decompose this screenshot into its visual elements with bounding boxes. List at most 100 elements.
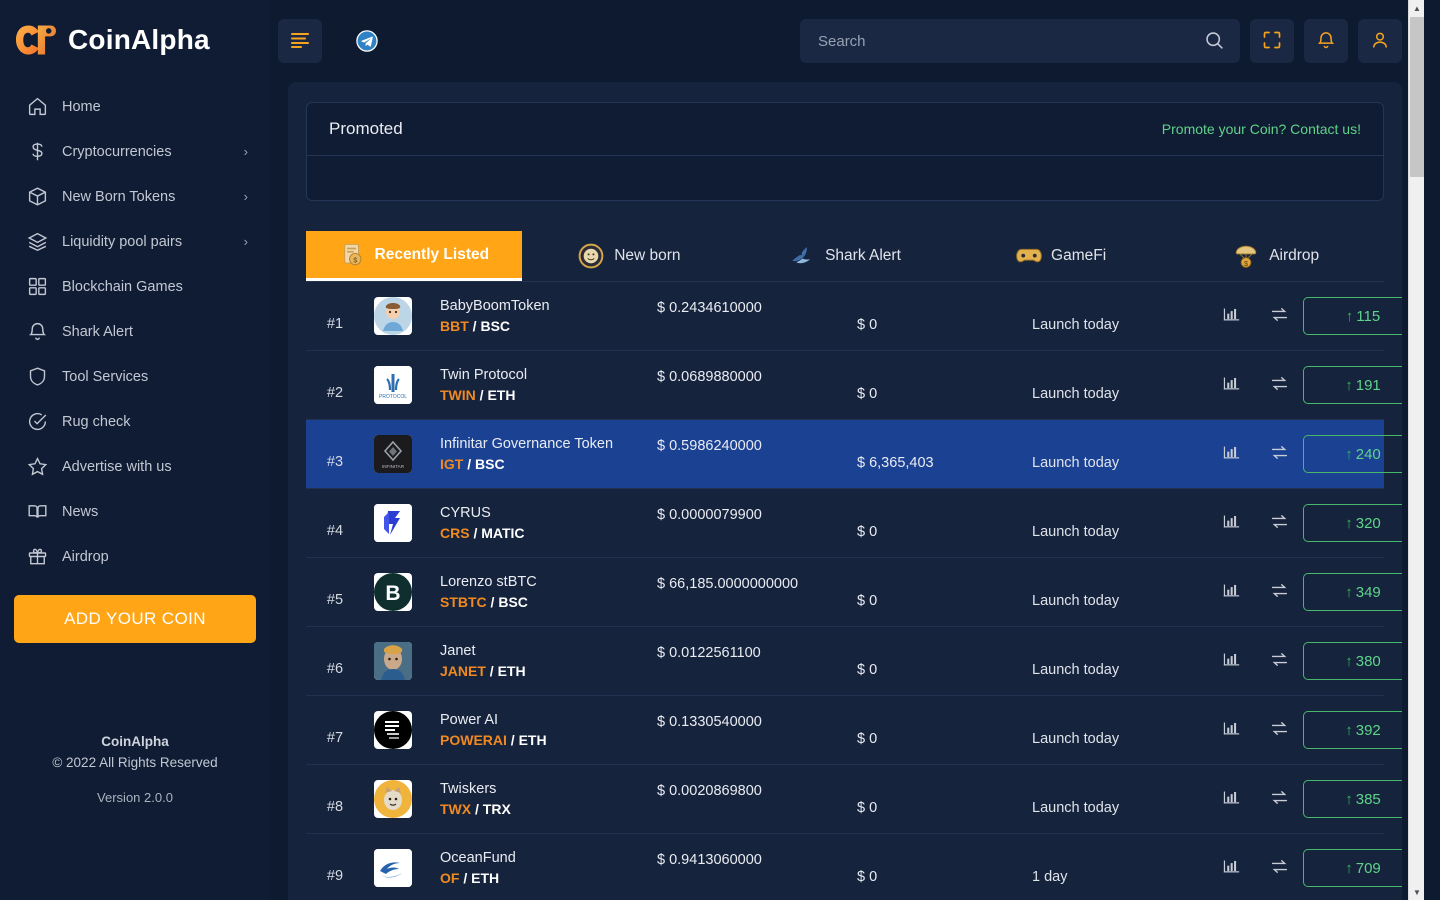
table-row[interactable]: #3 INFINITAR Infinitar Governance Token … bbox=[306, 420, 1402, 489]
vote-button[interactable]: ↑ 349 bbox=[1303, 573, 1402, 611]
swap-action[interactable] bbox=[1255, 788, 1303, 810]
row-price: $ 0.0020869800 bbox=[657, 782, 762, 799]
vote-count: 115 bbox=[1356, 307, 1381, 325]
vote-button[interactable]: ↑ 191 bbox=[1303, 366, 1402, 404]
swap-icon bbox=[1270, 719, 1289, 741]
content-panel: Promoted Promote your Coin? Contact us! … bbox=[288, 82, 1402, 900]
row-name-cell: CYRUS CRS / MATIC bbox=[422, 504, 657, 543]
tab-label: Airdrop bbox=[1269, 247, 1320, 264]
vote-button[interactable]: ↑ 320 bbox=[1303, 504, 1402, 542]
vote-button[interactable]: ↑ 115 bbox=[1303, 297, 1402, 335]
tab-new-born[interactable]: New born bbox=[522, 231, 738, 281]
coin-chain: ETH bbox=[487, 386, 516, 403]
brand[interactable]: CoinAlpha bbox=[0, 0, 270, 82]
chart-action[interactable] bbox=[1207, 582, 1255, 602]
sidebar-item-blockchain-games[interactable]: Blockchain Games bbox=[0, 264, 270, 309]
sidebar-item-tool-services[interactable]: Tool Services bbox=[0, 354, 270, 399]
tab-label: Recently Listed bbox=[374, 245, 490, 263]
page-scrollbar[interactable]: ▲ ▼ bbox=[1408, 0, 1424, 900]
search-box[interactable] bbox=[800, 19, 1240, 63]
table-row[interactable]: #4 CYRUS CRS / MATIC $ 0.0000079900 $ 0 … bbox=[306, 489, 1402, 558]
add-your-coin-button[interactable]: ADD YOUR COIN bbox=[14, 595, 256, 643]
svg-text:$: $ bbox=[1244, 259, 1248, 268]
coin-logo-icon: B bbox=[374, 573, 412, 611]
row-logo bbox=[364, 297, 422, 335]
search-icon[interactable] bbox=[1204, 30, 1226, 52]
tab-recently-listed[interactable]: $ Recently Listed bbox=[306, 231, 522, 281]
sidebar-item-advertise-with-us[interactable]: Advertise with us bbox=[0, 444, 270, 489]
table-row[interactable]: #7 Power AI POWERAI / ETH $ 0.1330540000… bbox=[306, 696, 1402, 765]
row-launch: Launch today bbox=[1032, 592, 1120, 609]
table-row[interactable]: #5 B Lorenzo stBTC STBTC / BSC $ 66,185.… bbox=[306, 558, 1402, 627]
chart-action[interactable] bbox=[1207, 375, 1255, 395]
tab-airdrop[interactable]: $ Airdrop bbox=[1168, 231, 1384, 281]
row-rank: #5 bbox=[326, 592, 344, 608]
chart-action[interactable] bbox=[1207, 651, 1255, 671]
swap-action[interactable] bbox=[1255, 581, 1303, 603]
swap-action[interactable] bbox=[1255, 305, 1303, 327]
swap-action[interactable] bbox=[1255, 857, 1303, 879]
swap-action[interactable] bbox=[1255, 374, 1303, 396]
vote-count: 191 bbox=[1355, 376, 1381, 394]
vote-button[interactable]: ↑ 392 bbox=[1303, 711, 1402, 749]
vote-button[interactable]: ↑ 385 bbox=[1303, 780, 1402, 818]
chart-action[interactable] bbox=[1207, 789, 1255, 809]
row-name-cell: Power AI POWERAI / ETH bbox=[422, 711, 657, 750]
telegram-icon[interactable] bbox=[356, 30, 378, 52]
chart-action[interactable] bbox=[1207, 858, 1255, 878]
up-arrow-icon: ↑ bbox=[1345, 445, 1353, 463]
vote-button[interactable]: ↑ 709 bbox=[1303, 849, 1402, 887]
chart-action[interactable] bbox=[1207, 720, 1255, 740]
table-row[interactable]: #9 OceanFund OF / ETH $ 0.9413060000 $ 0… bbox=[306, 834, 1402, 900]
table-row[interactable]: #8 Twiskers TWX / TRX $ 0.0020869800 $ 0… bbox=[306, 765, 1402, 834]
sidebar-item-rug-check[interactable]: Rug check bbox=[0, 399, 270, 444]
bar-chart-icon bbox=[1223, 582, 1240, 602]
swap-action[interactable] bbox=[1255, 650, 1303, 672]
sidebar-item-news[interactable]: News bbox=[0, 489, 270, 534]
sidebar-item-new-born-tokens[interactable]: New Born Tokens › bbox=[0, 174, 270, 219]
profile-button[interactable] bbox=[1358, 19, 1402, 63]
swap-action[interactable] bbox=[1255, 443, 1303, 465]
fullscreen-button[interactable] bbox=[1250, 19, 1294, 63]
footer-version: Version 2.0.0 bbox=[97, 790, 173, 805]
row-marketcap: $ 0 bbox=[857, 799, 878, 816]
chart-action[interactable] bbox=[1207, 306, 1255, 326]
table-row[interactable]: #2 PROTOCOL Twin Protocol TWIN / ETH $ 0… bbox=[306, 351, 1402, 420]
coin-symbol: JANET bbox=[440, 662, 486, 679]
row-logo: INFINITAR bbox=[364, 435, 422, 473]
notifications-button[interactable] bbox=[1304, 19, 1348, 63]
row-rank: #9 bbox=[326, 868, 344, 884]
table-row[interactable]: #6 Janet JANET / ETH $ 0.0122561100 $ 0 … bbox=[306, 627, 1402, 696]
swap-action[interactable] bbox=[1255, 512, 1303, 534]
swap-action[interactable] bbox=[1255, 719, 1303, 741]
chart-action[interactable] bbox=[1207, 444, 1255, 464]
scroll-down-arrow-icon[interactable]: ▼ bbox=[1409, 884, 1425, 900]
chevron-right-icon: › bbox=[243, 189, 248, 204]
scroll-up-arrow-icon[interactable]: ▲ bbox=[1409, 0, 1425, 16]
row-marketcap: $ 0 bbox=[857, 730, 878, 747]
sidebar-item-shark-alert[interactable]: Shark Alert bbox=[0, 309, 270, 354]
table-row[interactable]: #1 BabyBoomToken BBT / BSC $ 0.243461000… bbox=[306, 282, 1402, 351]
sidebar-item-home[interactable]: Home bbox=[0, 84, 270, 129]
sidebar-item-liquidity-pool-pairs[interactable]: Liquidity pool pairs › bbox=[0, 219, 270, 264]
row-logo bbox=[364, 780, 422, 818]
scrollbar-thumb[interactable] bbox=[1410, 17, 1424, 177]
vote-button[interactable]: ↑ 240 bbox=[1303, 435, 1402, 473]
vote-button[interactable]: ↑ 380 bbox=[1303, 642, 1402, 680]
topbar-actions bbox=[800, 19, 1402, 63]
tab-shark-alert[interactable]: Shark Alert bbox=[737, 231, 953, 281]
tab-gamefi[interactable]: GameFi bbox=[953, 231, 1169, 281]
chart-action[interactable] bbox=[1207, 513, 1255, 533]
swap-icon bbox=[1270, 788, 1289, 810]
brand-name: CoinAlpha bbox=[68, 24, 210, 55]
coin-chain: ETH bbox=[471, 869, 500, 886]
swap-icon bbox=[1270, 443, 1289, 465]
promote-contact-link[interactable]: Promote your Coin? Contact us! bbox=[1162, 121, 1361, 137]
sidebar-item-airdrop[interactable]: Airdrop bbox=[0, 534, 270, 579]
bar-chart-icon bbox=[1223, 375, 1240, 395]
search-input[interactable] bbox=[818, 32, 1204, 50]
svg-text:B: B bbox=[385, 582, 400, 605]
sidebar-item-cryptocurrencies[interactable]: Cryptocurrencies › bbox=[0, 129, 270, 174]
menu-toggle-button[interactable] bbox=[278, 19, 322, 63]
sidebar-item-label: Airdrop bbox=[62, 548, 109, 565]
